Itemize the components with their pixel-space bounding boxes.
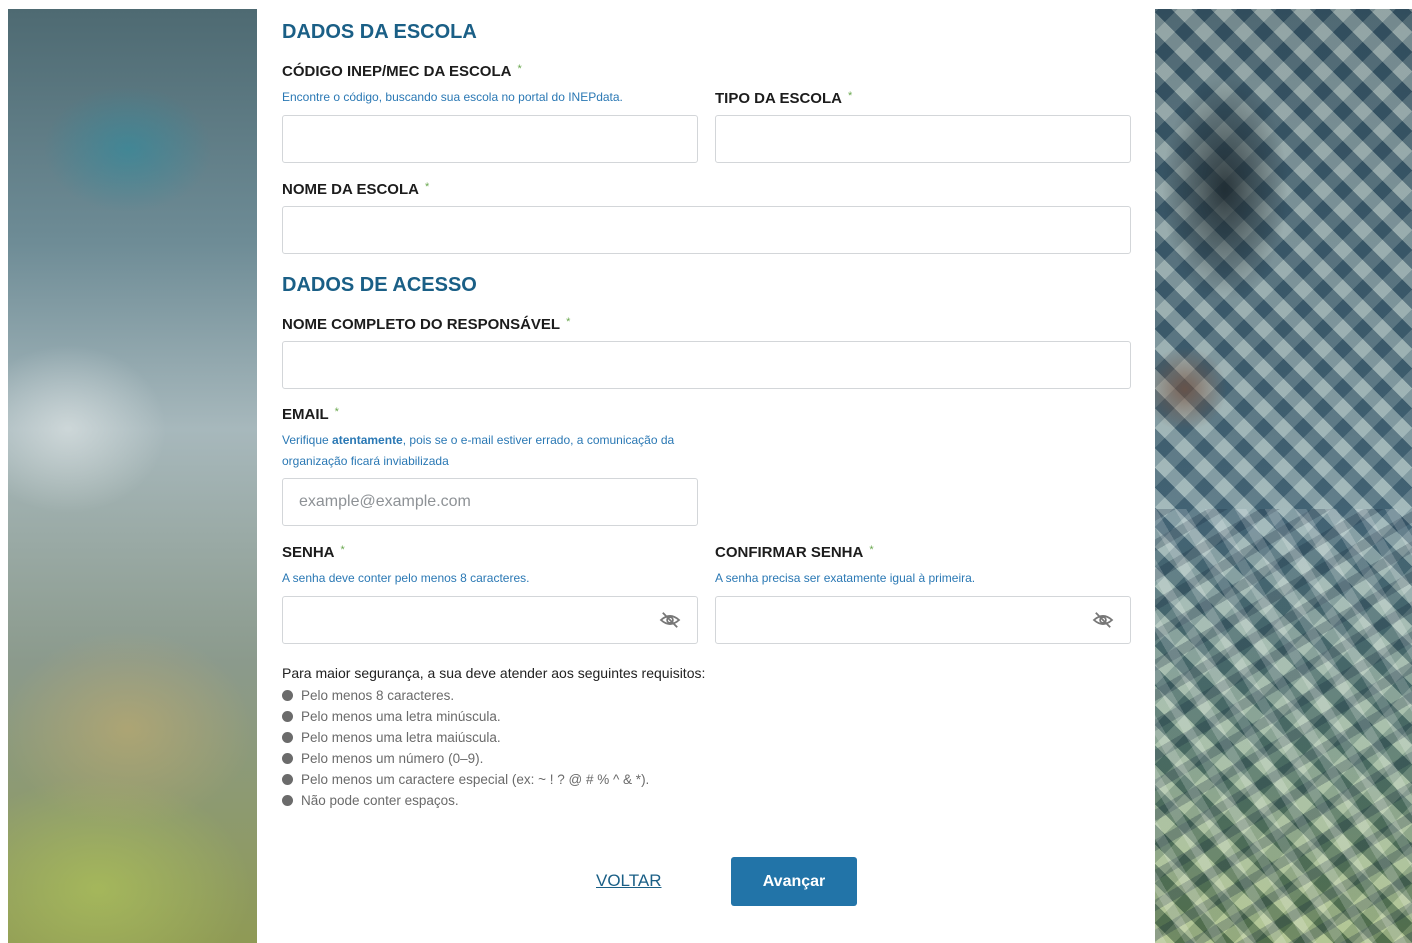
school-name-input[interactable] (282, 206, 1131, 254)
email-label-text: EMAIL (282, 406, 329, 423)
school-type-label-text: TIPO DA ESCOLA (715, 90, 842, 107)
next-button[interactable]: Avançar (731, 857, 857, 906)
requirement-item: Pelo menos uma letra minúscula. (282, 706, 649, 727)
email-hint-emphasis: atentamente (332, 433, 403, 447)
background-photo-left (8, 9, 257, 943)
access-section-title: DADOS DE ACESSO (282, 274, 477, 296)
inep-code-hint: Encontre o código, buscando sua escola n… (282, 90, 623, 104)
bullet-icon (282, 795, 293, 806)
confirm-password-hint: A senha precisa ser exatamente igual à p… (715, 571, 976, 585)
inep-code-label-text: CÓDIGO INEP/MEC DA ESCOLA (282, 63, 512, 80)
required-marker: * (847, 90, 853, 102)
required-marker: * (424, 181, 430, 193)
background-photo-plaid (1155, 509, 1412, 943)
email-input[interactable] (282, 478, 698, 526)
inep-code-label: CÓDIGO INEP/MEC DA ESCOLA * (282, 63, 522, 80)
responsible-name-input[interactable] (282, 341, 1131, 389)
requirement-text: Pelo menos um número (0–9). (301, 751, 484, 766)
school-name-label: NOME DA ESCOLA * (282, 181, 429, 198)
bullet-icon (282, 753, 293, 764)
school-name-label-text: NOME DA ESCOLA (282, 181, 419, 198)
required-marker: * (517, 63, 522, 75)
bullet-icon (282, 690, 293, 701)
email-label: EMAIL * (282, 406, 339, 423)
password-requirements-intro: Para maior segurança, a sua deve atender… (282, 665, 706, 681)
password-visibility-toggle-icon[interactable] (659, 611, 681, 629)
bullet-icon (282, 732, 293, 743)
confirm-password-label: CONFIRMAR SENHA * (715, 544, 874, 561)
school-type-label: TIPO DA ESCOLA * (715, 90, 852, 107)
requirement-text: Não pode conter espaços. (301, 793, 459, 808)
requirement-item: Pelo menos um número (0–9). (282, 748, 649, 769)
requirement-text: Pelo menos 8 caracteres. (301, 688, 455, 703)
required-marker: * (340, 544, 345, 556)
required-marker: * (334, 406, 339, 418)
back-link[interactable]: VOLTAR (596, 871, 662, 891)
password-label: SENHA * (282, 544, 345, 561)
requirement-text: Pelo menos uma letra maiúscula. (301, 730, 501, 745)
password-requirements-list: Pelo menos 8 caracteres. Pelo menos uma … (282, 685, 649, 811)
responsible-name-label: NOME COMPLETO DO RESPONSÁVEL * (282, 316, 570, 333)
password-label-text: SENHA (282, 544, 335, 561)
inep-code-input[interactable] (282, 115, 698, 163)
registration-form-panel: DADOS DA ESCOLA CÓDIGO INEP/MEC DA ESCOL… (257, 9, 1155, 943)
email-hint: Verifique atentamente, pois se o e-mail … (282, 430, 702, 472)
requirement-text: Pelo menos uma letra minúscula. (301, 709, 501, 724)
requirement-item: Pelo menos 8 caracteres. (282, 685, 649, 706)
confirm-password-input[interactable] (715, 596, 1131, 644)
school-type-input[interactable] (715, 115, 1131, 163)
confirm-password-visibility-toggle-icon[interactable] (1092, 611, 1114, 629)
requirement-text: Pelo menos um caractere especial (ex: ~ … (301, 772, 650, 787)
bullet-icon (282, 774, 293, 785)
school-section-title: DADOS DA ESCOLA (282, 21, 477, 43)
confirm-password-label-text: CONFIRMAR SENHA (715, 544, 864, 561)
requirement-item: Pelo menos um caractere especial (ex: ~ … (282, 769, 649, 790)
page-frame: DADOS DA ESCOLA CÓDIGO INEP/MEC DA ESCOL… (8, 9, 1412, 943)
background-photo-right (1155, 9, 1412, 943)
bullet-icon (282, 711, 293, 722)
requirement-item: Pelo menos uma letra maiúscula. (282, 727, 649, 748)
password-hint: A senha deve conter pelo menos 8 caracte… (282, 571, 530, 585)
responsible-name-label-text: NOME COMPLETO DO RESPONSÁVEL (282, 316, 561, 333)
password-input[interactable] (282, 596, 698, 644)
required-marker: * (566, 316, 571, 328)
email-hint-pre: Verifique (282, 433, 333, 447)
required-marker: * (869, 544, 874, 556)
requirement-item: Não pode conter espaços. (282, 790, 649, 811)
